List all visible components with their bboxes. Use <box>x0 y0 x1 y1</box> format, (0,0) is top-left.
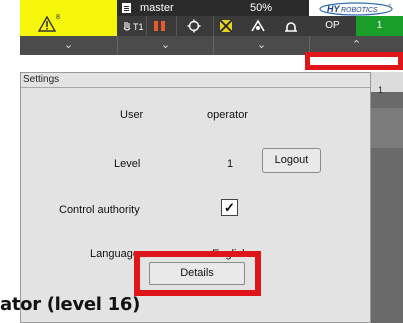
dialog-title: Settings <box>23 74 60 85</box>
warning-triangle-icon <box>38 16 56 32</box>
background-panel-header <box>371 72 403 92</box>
background-panel-number: 1 <box>378 85 384 95</box>
highlight-box <box>305 52 403 70</box>
svg-text:×: × <box>388 3 392 9</box>
separator <box>146 16 147 36</box>
caption-text: ator (level 16) <box>0 294 141 315</box>
svg-text:HY: HY <box>327 4 340 14</box>
level-label: Level <box>114 158 141 170</box>
chevron-down-icon[interactable]: ⌄ <box>20 36 117 55</box>
language-label: Language <box>90 248 139 260</box>
separator <box>213 16 214 36</box>
hyrobotics-logo-icon: HY ROBOTICS × <box>319 2 393 16</box>
brand-logo: HY ROBOTICS × <box>309 0 403 16</box>
logout-button[interactable]: Logout <box>262 148 321 173</box>
level-value: 1 <box>227 158 234 170</box>
separator <box>176 16 177 36</box>
program-name: master <box>140 2 174 14</box>
user-value: operator <box>207 109 248 121</box>
mode-indicator[interactable]: OP <box>309 16 356 36</box>
no-motion-icon[interactable] <box>219 19 235 33</box>
svg-text:ROBOTICS: ROBOTICS <box>341 7 378 14</box>
divider <box>21 87 370 88</box>
tool-label: T1 <box>133 22 144 32</box>
interlock-icon[interactable] <box>250 19 266 33</box>
chevron-down-icon[interactable]: ⌄ <box>117 36 213 55</box>
step-indicator[interactable]: 1 <box>356 16 403 36</box>
background-panel-row <box>371 108 403 148</box>
program-file-icon <box>122 3 131 13</box>
pause-icon[interactable] <box>153 20 167 32</box>
control-authority-label: Control authority <box>59 204 140 216</box>
cycle-icon[interactable] <box>187 19 201 33</box>
speed-display[interactable]: 50% <box>213 0 309 16</box>
user-label: User <box>120 109 144 121</box>
chevron-down-icon[interactable]: ⌄ <box>213 36 309 55</box>
robot-icon[interactable] <box>283 19 299 33</box>
control-authority-checkbox[interactable]: ✓ <box>221 199 238 216</box>
highlight-box <box>134 251 261 296</box>
alarm-count: 8 <box>56 14 60 21</box>
